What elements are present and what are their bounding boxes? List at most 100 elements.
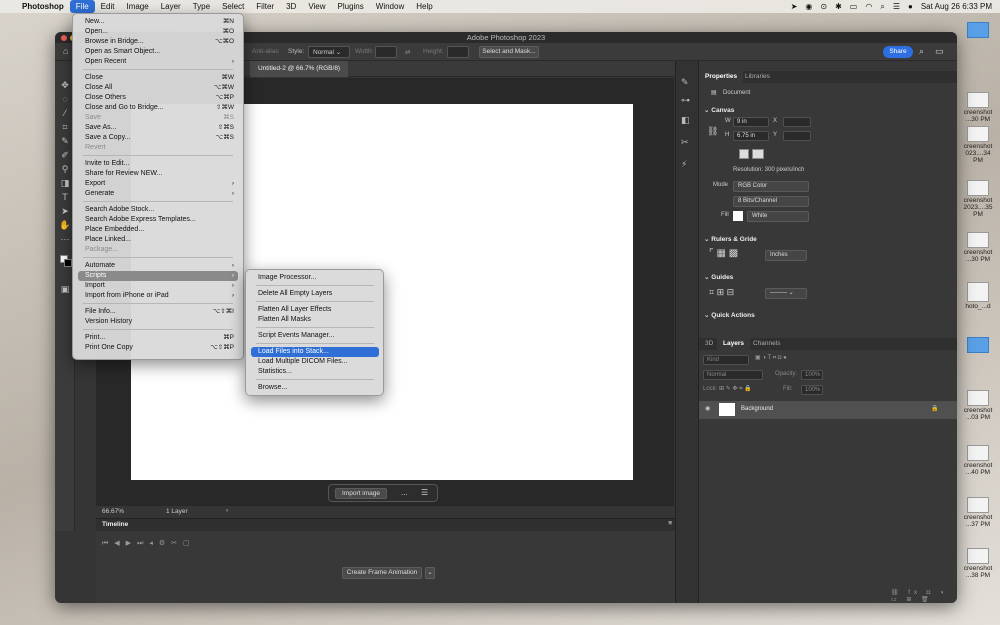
- file-menu-item[interactable]: Export ›: [78, 179, 238, 189]
- file-menu-item[interactable]: Place Linked...: [78, 235, 238, 245]
- landscape-icon[interactable]: [752, 149, 764, 159]
- menu-3d[interactable]: 3D: [280, 0, 302, 13]
- desktop-file[interactable]: creenshot ...37 PM: [963, 497, 993, 528]
- desktop-file[interactable]: hoto_...d: [963, 282, 993, 310]
- close-window-button[interactable]: [61, 35, 67, 41]
- chevron-right-icon[interactable]: ›: [226, 507, 228, 514]
- file-menu-item[interactable]: Search Adobe Stock...: [78, 205, 238, 215]
- tab-libraries[interactable]: Libraries: [739, 71, 776, 83]
- link-icon[interactable]: ⛓: [707, 126, 718, 137]
- file-menu-item[interactable]: Open Recent ›: [78, 57, 238, 67]
- guide-style-select[interactable]: ──── ⌄: [765, 288, 807, 299]
- desktop-folder[interactable]: [963, 337, 993, 354]
- chevron-down-icon[interactable]: ⌄: [425, 567, 435, 579]
- move-tool-icon[interactable]: ✥: [58, 79, 72, 91]
- menu-layer[interactable]: Layer: [155, 0, 187, 13]
- height-input[interactable]: [447, 46, 469, 58]
- desktop-folder[interactable]: [963, 22, 993, 39]
- file-menu-item[interactable]: Close All ⌥⌘W: [78, 83, 238, 93]
- layer-row[interactable]: ◉ Background 🔒: [699, 401, 957, 419]
- menu-plugins[interactable]: Plugins: [332, 0, 370, 13]
- file-menu-item[interactable]: Close and Go to Bridge... ⇧⌘W: [78, 103, 238, 113]
- more-options-icon[interactable]: ...: [401, 488, 408, 497]
- layer-name[interactable]: Background: [741, 406, 773, 412]
- blend-mode-select[interactable]: Normal: [703, 370, 763, 380]
- type-tool-icon[interactable]: T: [58, 191, 72, 203]
- hand-tool-icon[interactable]: ✋: [58, 219, 72, 231]
- layer-actions[interactable]: ⛓ fx ◘ ◑ ▭ ⊞ 🗑: [891, 589, 957, 603]
- menu-window[interactable]: Window: [370, 0, 410, 13]
- file-menu-item[interactable]: Automate ›: [78, 261, 238, 271]
- scripts-menu-item[interactable]: Delete All Empty Layers: [251, 289, 379, 299]
- search-icon[interactable]: ⌕: [880, 0, 884, 13]
- path-select-icon[interactable]: ➤: [58, 205, 72, 217]
- tab-channels[interactable]: Channels: [747, 338, 786, 350]
- scripts-menu-item[interactable]: Script Events Manager...: [251, 331, 379, 341]
- height-field[interactable]: 6.75 in: [733, 131, 769, 141]
- y-field[interactable]: [783, 131, 811, 141]
- file-menu-item[interactable]: Search Adobe Express Templates...: [78, 215, 238, 225]
- eraser-tool-icon[interactable]: ◨: [58, 177, 72, 189]
- lock-icons[interactable]: ⊞ ✎ ✥ ⌗ 🔒: [719, 385, 752, 393]
- lock-icon[interactable]: 🔒: [931, 405, 938, 412]
- units-select[interactable]: Inches: [765, 250, 807, 261]
- panel-menu-icon[interactable]: ≡: [668, 520, 672, 527]
- home-icon[interactable]: ⌂: [63, 46, 68, 56]
- x-field[interactable]: [783, 117, 811, 127]
- desktop-file[interactable]: creenshot ...40 PM: [963, 445, 993, 476]
- create-frame-animation-button[interactable]: Create Frame Animation: [342, 567, 422, 579]
- import-image-button[interactable]: Import image: [335, 488, 387, 499]
- file-menu-item[interactable]: Import from iPhone or iPad ›: [78, 291, 238, 301]
- layer-filter-icons[interactable]: ▣ ◑ T ⌗ ◘ ●: [755, 354, 787, 362]
- menu-filter[interactable]: Filter: [250, 0, 280, 13]
- mode-select[interactable]: RGB Color: [733, 181, 809, 192]
- file-menu-item[interactable]: Version History: [78, 317, 238, 327]
- file-menu-item[interactable]: Browse in Bridge... ⌥⌘O: [78, 37, 238, 47]
- fill-swatch[interactable]: [733, 211, 743, 221]
- scripts-menu-item[interactable]: Load Files into Stack...: [251, 347, 379, 357]
- ruler-icon[interactable]: ⌜ ▦ ▩: [709, 248, 738, 259]
- play-icon[interactable]: ⊙: [820, 0, 827, 13]
- stamp-tool-icon[interactable]: ⚲: [58, 163, 72, 175]
- file-menu-item[interactable]: Open... ⌘O: [78, 27, 238, 37]
- fill-opacity-field[interactable]: 100%: [801, 385, 823, 395]
- crop-tool-icon[interactable]: ⌗: [58, 121, 72, 133]
- tab-properties[interactable]: Properties: [699, 71, 744, 83]
- file-menu-item[interactable]: File Info... ⌥⇧⌘I: [78, 307, 238, 317]
- scripts-menu-item[interactable]: Image Processor...: [251, 273, 379, 283]
- file-menu-item[interactable]: Open as Smart Object...: [78, 47, 238, 57]
- fill-select[interactable]: White: [747, 211, 809, 222]
- file-menu-item[interactable]: Print... ⌘P: [78, 333, 238, 343]
- file-menu-item[interactable]: Scripts ›: [78, 271, 238, 281]
- file-menu-item[interactable]: Import ›: [78, 281, 238, 291]
- layer-kind-filter[interactable]: Kind: [703, 355, 749, 365]
- scripts-menu-item[interactable]: Flatten All Masks: [251, 315, 379, 325]
- menu-select[interactable]: Select: [216, 0, 250, 13]
- playback-controls[interactable]: ⏮◀▶⏭◂⚙✂▢: [102, 539, 196, 548]
- lasso-tool-icon[interactable]: ◌: [58, 93, 72, 105]
- background-color[interactable]: [64, 259, 72, 267]
- brush-tool-icon[interactable]: ✐: [58, 149, 72, 161]
- tools-icon[interactable]: ✂: [681, 137, 689, 148]
- file-menu-item[interactable]: Generate ›: [78, 189, 238, 199]
- clock[interactable]: Sat Aug 26 6:33 PM: [921, 0, 992, 13]
- adjustments-icon[interactable]: ⊶: [681, 95, 690, 106]
- search-icon[interactable]: ⌕: [919, 46, 924, 57]
- file-menu-item[interactable]: Invite to Edit...: [78, 159, 238, 169]
- rulers-section[interactable]: ⌄ Rulers & Gride: [704, 235, 757, 243]
- more-tools-icon[interactable]: ···: [58, 233, 72, 245]
- menu-type[interactable]: Type: [187, 0, 216, 13]
- desktop-file[interactable]: creenshot ...03 PM: [963, 390, 993, 421]
- width-field[interactable]: 9 in: [733, 117, 769, 127]
- workspace-icon[interactable]: ▭: [935, 46, 944, 57]
- canvas-section[interactable]: ⌄ Canvas: [704, 106, 734, 114]
- document-tab[interactable]: Untitled-2 @ 66.7% (RGB/8): [250, 61, 349, 77]
- menu-app[interactable]: Photoshop: [16, 0, 70, 13]
- swap-icon[interactable]: ⇄: [405, 48, 410, 56]
- style-select[interactable]: Normal ⌄: [308, 46, 350, 58]
- desktop-file[interactable]: creenshot ...38 PM: [963, 548, 993, 579]
- bits-select[interactable]: 8 Bits/Channel: [733, 196, 809, 207]
- creative-cloud-icon[interactable]: ◉: [805, 0, 812, 13]
- menu-edit[interactable]: Edit: [95, 0, 121, 13]
- eyedropper-icon[interactable]: ✎: [58, 135, 72, 147]
